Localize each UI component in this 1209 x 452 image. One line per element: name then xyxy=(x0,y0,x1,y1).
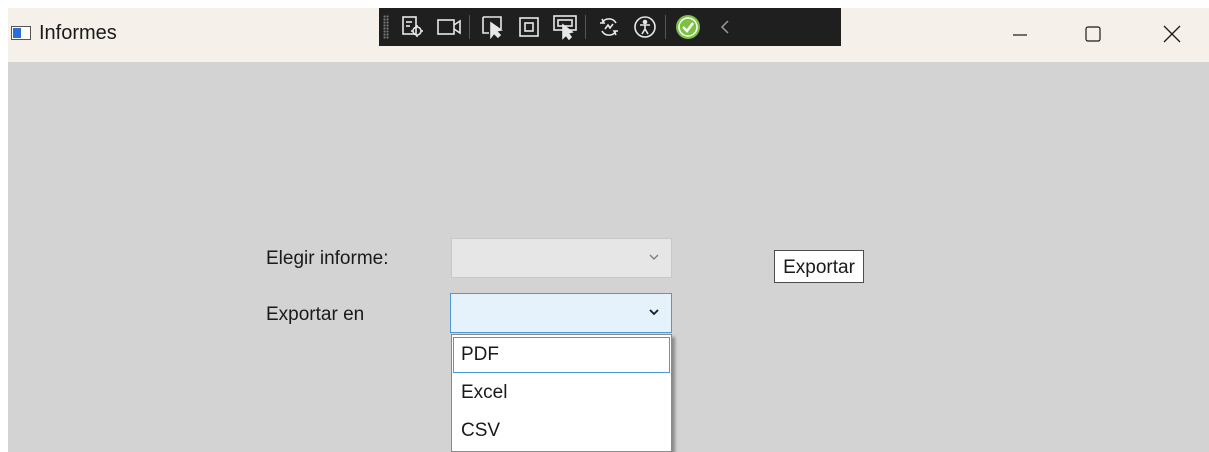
binding-ok-icon[interactable] xyxy=(672,12,704,42)
minimize-button[interactable] xyxy=(990,8,1050,60)
maximize-icon xyxy=(1085,26,1101,42)
chevron-down-icon xyxy=(649,254,659,260)
record-icon[interactable] xyxy=(433,12,465,42)
formato-dropdown-list: PDF Excel CSV xyxy=(451,334,672,452)
chevron-down-icon xyxy=(649,309,659,316)
track-focus-icon[interactable] xyxy=(549,12,581,42)
exportar-en-label: Exportar en xyxy=(266,304,365,325)
toolbar-grip-icon[interactable] xyxy=(383,15,389,39)
elegir-informe-label: Elegir informe: xyxy=(266,248,389,269)
app-window: Informes Elegir informe: Exportar en Exp… xyxy=(8,8,1209,452)
display-adorners-icon[interactable] xyxy=(513,12,545,42)
debug-toolbar xyxy=(379,8,841,46)
maximize-button[interactable] xyxy=(1063,8,1123,60)
informe-combobox[interactable] xyxy=(451,238,672,278)
window-title: Informes xyxy=(39,22,117,44)
app-icon xyxy=(11,26,31,40)
close-icon xyxy=(1163,25,1181,43)
accessibility-icon[interactable] xyxy=(629,12,661,42)
close-button[interactable] xyxy=(1142,8,1202,60)
live-visual-tree-icon[interactable] xyxy=(397,12,429,42)
collapse-icon[interactable] xyxy=(709,12,741,42)
minimize-icon xyxy=(1013,34,1027,36)
option-excel[interactable]: Excel xyxy=(453,375,670,411)
select-element-icon[interactable] xyxy=(477,12,509,42)
hot-reload-icon[interactable] xyxy=(593,12,625,42)
title-bar[interactable]: Informes xyxy=(8,8,1209,62)
formato-combobox[interactable] xyxy=(450,293,672,333)
option-pdf[interactable]: PDF xyxy=(453,337,670,373)
exportar-button[interactable]: Exportar xyxy=(774,250,864,283)
option-csv[interactable]: CSV xyxy=(453,413,670,449)
